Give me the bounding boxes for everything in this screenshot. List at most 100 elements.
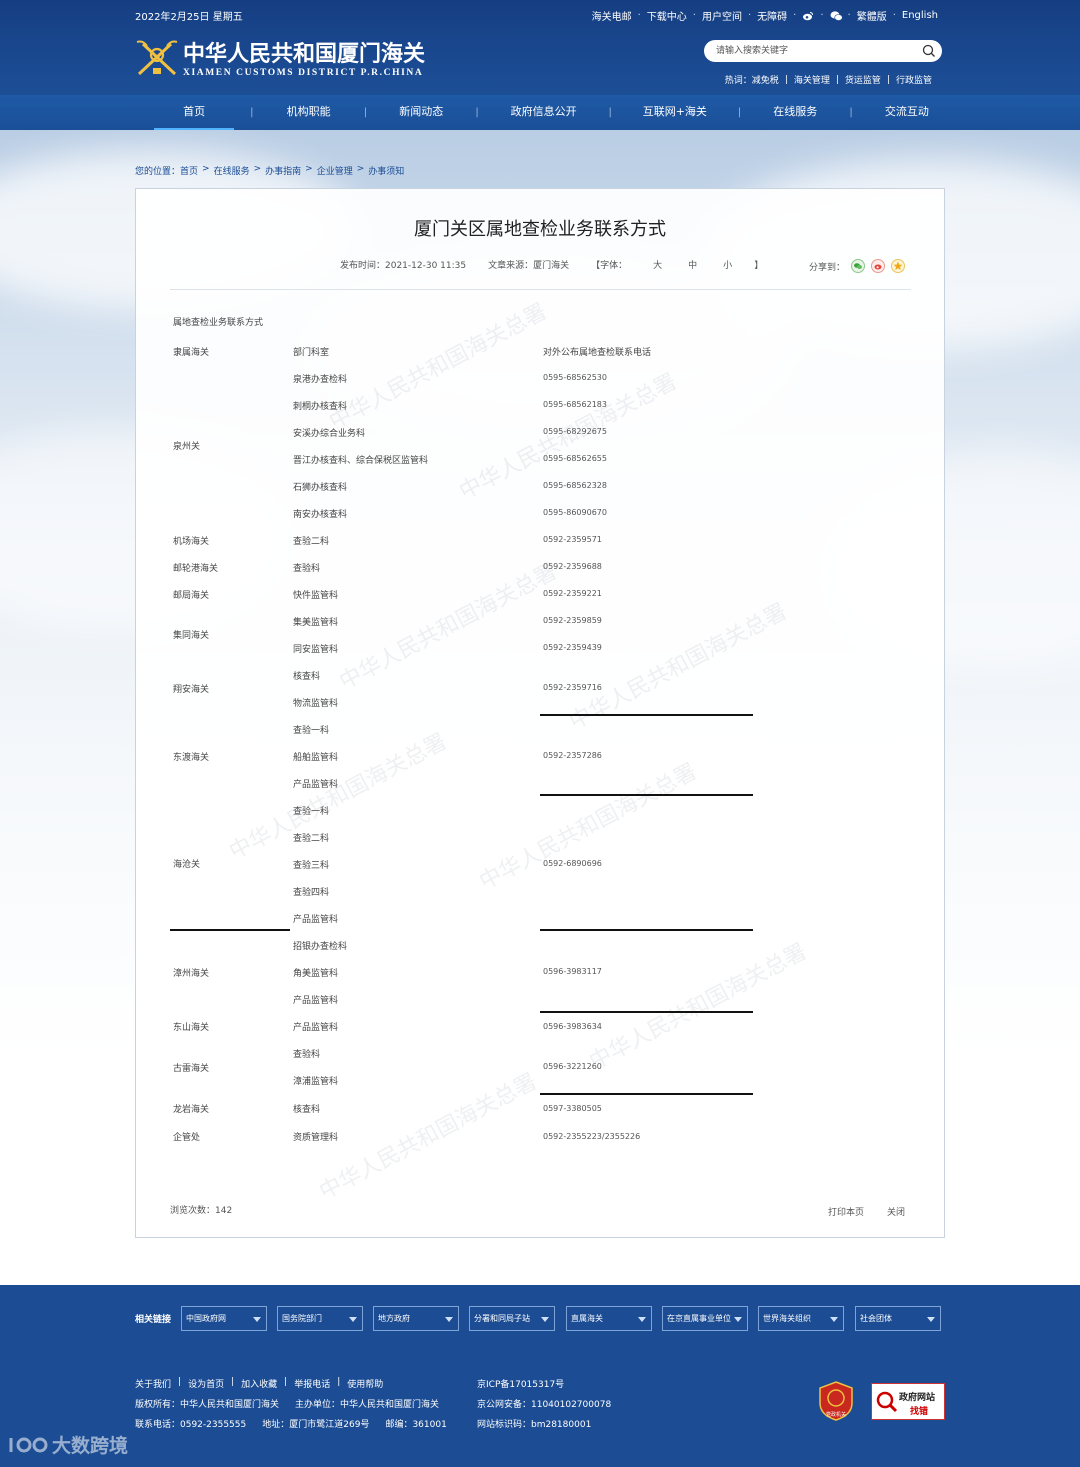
breadcrumb-enterprise[interactable]: 企业管理 [317, 164, 353, 177]
table-cell-department: 安溪办综合业务科 [293, 429, 366, 439]
magnifier-icon [876, 1391, 898, 1413]
table-cell-department: 船舶监管科 [293, 753, 339, 763]
table-cell-department: 物流监管科 [293, 699, 339, 709]
police-record[interactable]: 京公网安备：11040102700078 [477, 1397, 611, 1410]
table-rule [170, 929, 290, 931]
site-logo[interactable]: 中华人民共和国厦门海关 XIAMEN CUSTOMS DISTRICT P.R.… [135, 36, 435, 86]
footer-link-report[interactable]: 举报电话 [294, 1377, 330, 1390]
share-weibo-icon[interactable] [871, 259, 886, 273]
print-button[interactable]: 打印本页 [828, 1205, 864, 1218]
footer-link-favorite[interactable]: 加入收藏 [241, 1377, 277, 1390]
table-cell-department: 快件监管科 [293, 591, 339, 601]
nav-item-internet-plus[interactable]: 互联网+海关 [628, 95, 722, 130]
top-link-user-space[interactable]: 用户空间 [702, 8, 742, 23]
table-cell-department: 查验三科 [293, 861, 330, 871]
nav-item-news[interactable]: 新闻动态 [383, 95, 459, 130]
top-link-accessibility[interactable]: 无障碍 [757, 8, 787, 23]
nav-item-interaction[interactable]: 交流互动 [869, 95, 945, 130]
related-select-direct-customs[interactable]: 直属海关 [566, 1306, 652, 1331]
nav-item-online-service[interactable]: 在线服务 [757, 95, 833, 130]
font-small-button[interactable]: 小 [723, 261, 732, 271]
share-qzone-icon[interactable] [891, 259, 906, 273]
logo-chinese-name: 中华人民共和国厦门海关 [183, 41, 426, 67]
breadcrumb-guide[interactable]: 办事指南 [265, 164, 301, 177]
font-large-button[interactable]: 大 [653, 261, 662, 271]
article-title: 厦门关区属地查检业务联系方式 [414, 219, 666, 240]
breadcrumb-home[interactable]: 您的位置：首页 [135, 164, 198, 177]
footer-links: 关于我们 | 设为首页 | 加入收藏 | 举报电话 | 使用帮助 [135, 1377, 384, 1390]
table-cell-department: 刺桐办核查科 [293, 402, 348, 412]
search-box [704, 40, 942, 62]
search-input[interactable] [716, 40, 916, 62]
nav-item-functions[interactable]: 机构职能 [270, 95, 348, 130]
table-cell-phone: 0592-2359688 [543, 562, 602, 571]
table-cell-phone: 0595-68562655 [543, 454, 607, 463]
gov-site-error-report-badge[interactable]: 政府网站 找错 [871, 1383, 945, 1420]
related-select-local-gov[interactable]: 地方政府 [373, 1306, 459, 1331]
table-rule [540, 714, 753, 716]
chevron-down-icon [349, 1317, 357, 1322]
table-cell-department: 查验一科 [293, 807, 330, 817]
table-cell-department: 泉港办查检科 [293, 375, 348, 385]
breadcrumb: 您的位置：首页 > 在线服务 > 办事指南 > 企业管理 > 办事须知 [135, 164, 405, 177]
top-link-email[interactable]: 海关电邮 [592, 8, 632, 23]
table-cell-phone: 0592-2359859 [543, 616, 602, 625]
footer-link-help[interactable]: 使用帮助 [347, 1377, 383, 1390]
table-cell-department: 招银办查检科 [293, 942, 348, 952]
breadcrumb-notice[interactable]: 办事须知 [368, 164, 404, 177]
related-select-social[interactable]: 社会团体 [855, 1306, 941, 1331]
table-cell-customs: 漳州海关 [173, 969, 210, 979]
table-cell-department: 南安办核查科 [293, 510, 348, 520]
search-icon[interactable] [922, 44, 936, 58]
related-select-gov[interactable]: 中国政府网 [181, 1306, 267, 1331]
table-cell-customs: 翔安海关 [173, 685, 210, 695]
weibo-icon[interactable] [802, 10, 814, 22]
table-cell-phone: 0596-3983634 [543, 1022, 602, 1031]
hot-words: 热词： 减免税 | 海关管理 | 货运监管 | 行政监管 [724, 73, 932, 87]
site-header: 2022年2月25日 星期五 海关电邮 · 下载中心 · 用户空间 · 无障碍 · · … [0, 0, 1080, 130]
article-meta: 发布时间：2021-12-30 11:35 文章来源：厦门海关 【字体：大中小】 [340, 258, 807, 271]
table-cell-customs: 泉州关 [173, 442, 201, 452]
hot-word[interactable]: 货运监管 [845, 73, 881, 86]
footer-link-set-home[interactable]: 设为首页 [188, 1377, 224, 1390]
share-bar: 分享到： [809, 259, 906, 273]
share-wechat-icon[interactable] [851, 259, 866, 273]
wechat-icon[interactable] [830, 10, 843, 22]
traditional-chinese-link[interactable]: 繁體版 [857, 8, 887, 23]
footer-link-about[interactable]: 关于我们 [135, 1377, 171, 1390]
table-cell-customs: 集同海关 [173, 631, 210, 641]
related-select-institutions[interactable]: 在京直属事业单位 [662, 1306, 748, 1331]
table-cell-department: 集美监管科 [293, 618, 339, 628]
main-nav: 首页 | 机构职能 | 新闻动态 | 政府信息公开 | 互联网+海关 | 在线服… [0, 95, 1080, 130]
font-size-controls: 【字体：大中小】 [591, 261, 764, 271]
top-links: 海关电邮 · 下载中心 · 用户空间 · 无障碍 · · · 繁體版 · English [591, 8, 938, 23]
table-rule [540, 1093, 753, 1095]
hot-word[interactable]: 海关管理 [794, 73, 830, 86]
hot-word[interactable]: 减免税 [752, 73, 779, 86]
footer-copyright: 版权所有：中华人民共和国厦门海关 主办单位：中华人民共和国厦门海关 [135, 1400, 440, 1410]
nav-item-gov-info[interactable]: 政府信息公开 [495, 95, 593, 130]
chevron-down-icon [638, 1317, 646, 1322]
hot-word[interactable]: 行政监管 [896, 73, 932, 86]
chevron-down-icon [253, 1317, 261, 1322]
related-select-state-council[interactable]: 国务院部门 [277, 1306, 363, 1331]
nav-item-home[interactable]: 首页 [154, 95, 235, 130]
top-link-download[interactable]: 下载中心 [647, 8, 687, 23]
related-links-label: 相关链接 [135, 1315, 172, 1325]
table-cell-department: 资质管理科 [293, 1133, 339, 1143]
related-select-wco[interactable]: 世界海关组织 [758, 1306, 844, 1331]
related-select-branches[interactable]: 分署和同局子站 [469, 1306, 555, 1331]
table-cell-phone: 0596-3221260 [543, 1062, 602, 1071]
table-cell-phone: 0592-6890696 [543, 859, 602, 868]
table-cell-customs: 古雷海关 [173, 1064, 210, 1074]
table-cell-customs: 邮轮港海关 [173, 564, 219, 574]
party-gov-badge-icon[interactable]: 党政机关 [818, 1381, 854, 1421]
icp-number[interactable]: 京ICP备17015317号 [477, 1377, 564, 1390]
hot-words-label: 热词： [724, 76, 752, 86]
close-button[interactable]: 关闭 [887, 1205, 905, 1218]
english-link[interactable]: English [902, 10, 938, 21]
font-medium-button[interactable]: 中 [688, 261, 697, 271]
table-cell-phone: 0592-2357286 [543, 751, 602, 760]
breadcrumb-online-service[interactable]: 在线服务 [214, 164, 250, 177]
table-cell-customs: 邮局海关 [173, 591, 210, 601]
